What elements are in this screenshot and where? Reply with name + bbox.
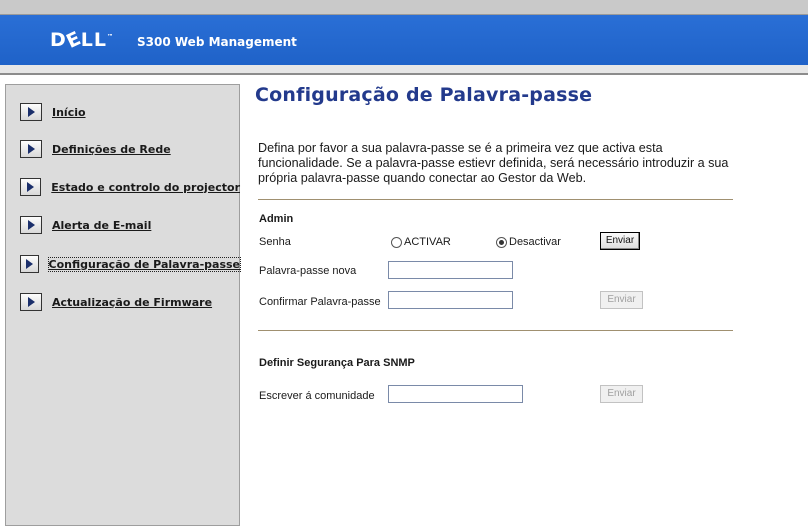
browser-top-strip [0, 0, 808, 15]
sidebar-item-actualizacao-firmware[interactable]: Actualização de Firmware [20, 293, 240, 311]
radio-activar[interactable]: ACTIVAR [391, 236, 451, 248]
senha-label: Senha [259, 236, 291, 248]
header-title: S300 Web Management [137, 35, 297, 49]
arrow-right-icon[interactable] [20, 140, 42, 158]
confirm-password-input[interactable] [388, 291, 513, 309]
sidebar-item-label[interactable]: Início [52, 106, 86, 119]
dell-logo: DELL™ [50, 27, 114, 53]
snmp-enviar-button[interactable]: Enviar [600, 385, 643, 403]
arrow-right-icon[interactable] [20, 293, 42, 311]
new-password-label: Palavra-passe nova [259, 265, 357, 277]
radio-desactivar-label: Desactivar [509, 236, 561, 248]
sidebar-item-label[interactable]: Configuração de Palavra-passe [47, 256, 242, 272]
admin-section-title: Admin [259, 213, 294, 225]
sidebar-item-label[interactable]: Definições de Rede [52, 143, 171, 156]
sidebar-item-label[interactable]: Alerta de E-mail [52, 219, 151, 232]
arrow-right-icon[interactable] [20, 178, 42, 196]
radio-selected-icon[interactable] [496, 236, 507, 248]
sidebar-item-alerta-email[interactable]: Alerta de E-mail [20, 216, 240, 234]
community-label: Escrever á comunidade [259, 390, 375, 402]
radio-circle-icon[interactable] [391, 236, 402, 248]
arrow-right-icon[interactable] [20, 103, 42, 121]
sidebar-item-configuracao-palavra-passe[interactable]: Configuração de Palavra-passe [20, 255, 242, 273]
radio-activar-label: ACTIVAR [404, 236, 451, 248]
radio-desactivar[interactable]: Desactivar [496, 236, 561, 248]
community-input[interactable] [388, 385, 523, 403]
new-password-input[interactable] [388, 261, 513, 279]
sidebar-item-definicoes-de-rede[interactable]: Definições de Rede [20, 140, 240, 158]
confirm-password-label: Confirmar Palavra-passe [259, 296, 381, 308]
header-bar: DELL™ S300 Web Management [0, 15, 808, 65]
header-band [0, 65, 808, 73]
enviar-button-disabled[interactable]: Enviar [600, 291, 643, 309]
divider [258, 330, 733, 331]
divider [258, 199, 733, 200]
header-divider [0, 73, 808, 75]
arrow-right-icon[interactable] [20, 216, 42, 234]
enviar-button[interactable]: Enviar [600, 232, 640, 250]
sidebar-item-inicio[interactable]: Início [20, 103, 240, 121]
page-description: Defina por favor a sua palavra-passe se … [258, 141, 729, 185]
sidebar-item-estado-projector[interactable]: Estado e controlo do projector [20, 178, 240, 196]
arrow-right-icon[interactable] [20, 255, 39, 273]
sidebar-item-label[interactable]: Actualização de Firmware [52, 296, 212, 309]
page-title: Configuração de Palavra-passe [255, 84, 593, 106]
sidebar-item-label[interactable]: Estado e controlo do projector [51, 181, 240, 194]
snmp-section-title: Definir Segurança Para SNMP [259, 357, 415, 369]
